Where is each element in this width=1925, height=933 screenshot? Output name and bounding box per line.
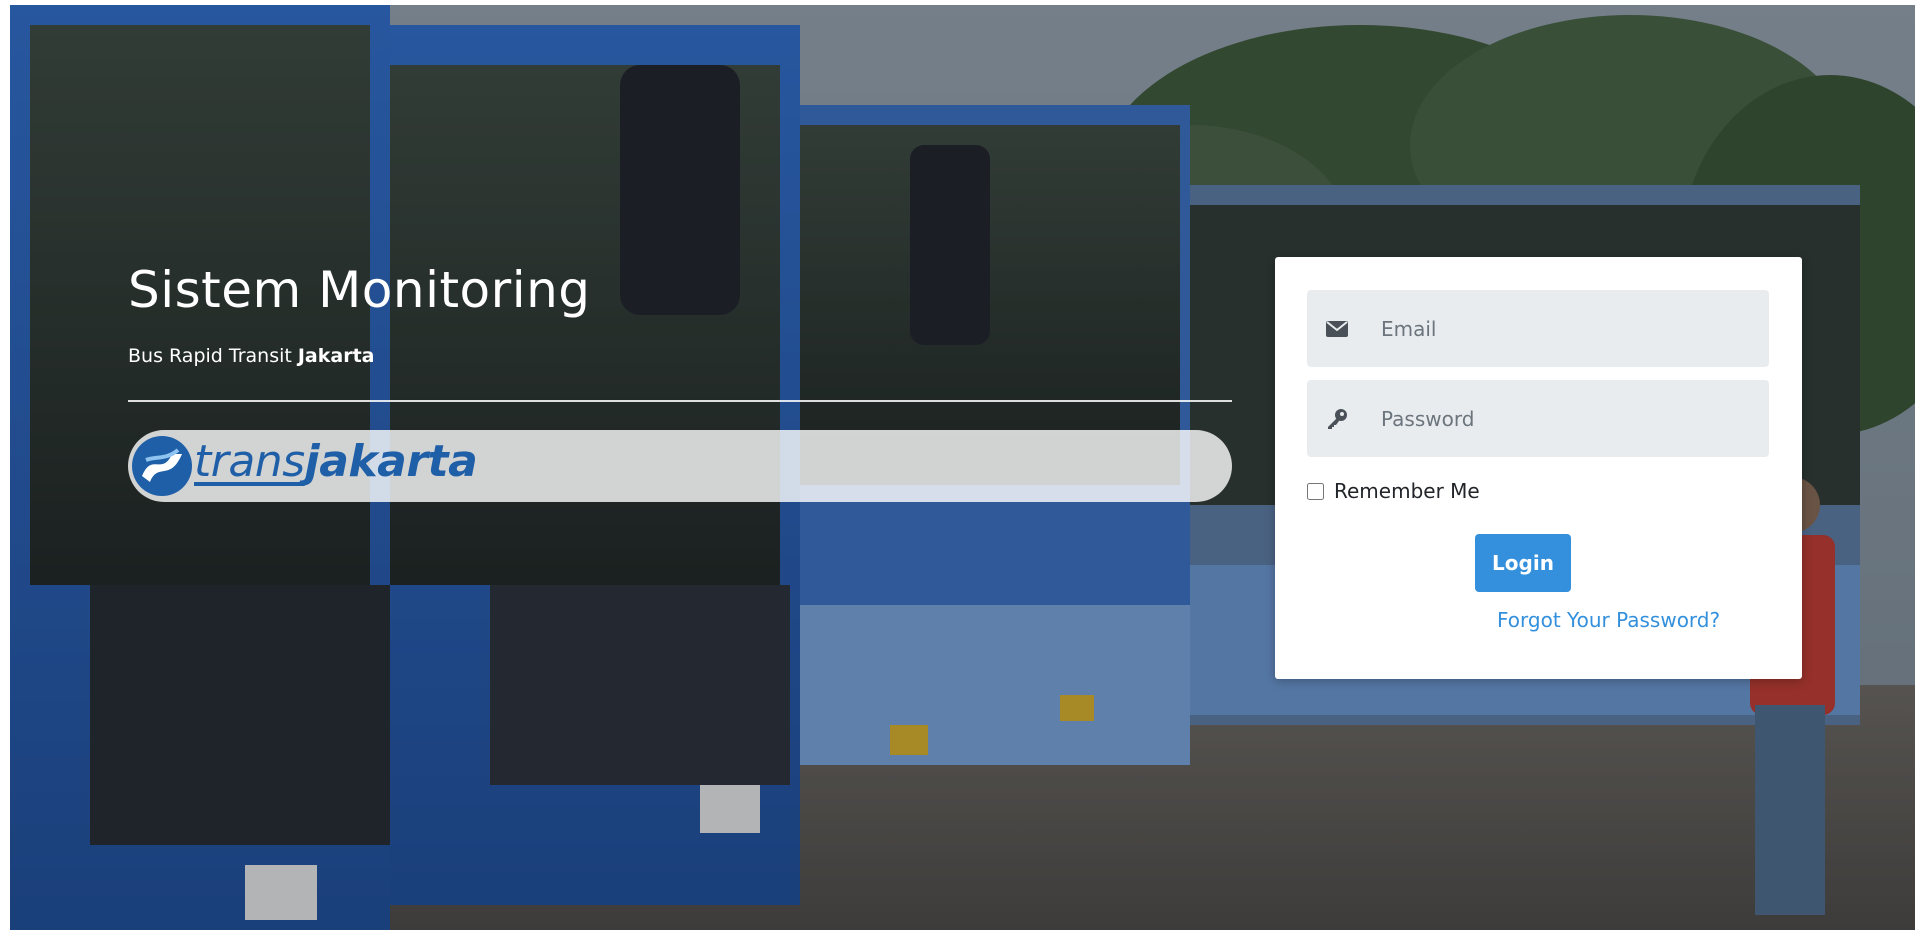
login-card: Remember Me Login Forgot Your Password? bbox=[1275, 257, 1802, 679]
logo-text-trans: trans bbox=[194, 436, 305, 487]
email-field-group bbox=[1307, 290, 1769, 367]
login-button[interactable]: Login bbox=[1475, 534, 1571, 592]
remember-me-row[interactable]: Remember Me bbox=[1307, 479, 1480, 503]
page-subtitle: Bus Rapid Transit Jakarta bbox=[128, 345, 374, 367]
logo-text-jakarta: jakarta bbox=[304, 436, 478, 487]
logo-banner: transjakarta bbox=[128, 430, 1232, 502]
remember-me-label: Remember Me bbox=[1334, 479, 1480, 503]
login-page: Sistem Monitoring Bus Rapid Transit Jaka… bbox=[10, 5, 1915, 930]
page-title: Sistem Monitoring bbox=[128, 261, 591, 319]
subtitle-text: Bus Rapid Transit bbox=[128, 345, 298, 367]
transjakarta-logo-icon bbox=[132, 436, 192, 496]
password-input[interactable] bbox=[1379, 397, 1743, 440]
hero-divider bbox=[128, 400, 1232, 402]
email-input[interactable] bbox=[1379, 307, 1743, 350]
subtitle-bold-text: Jakarta bbox=[297, 345, 375, 367]
password-field-group bbox=[1307, 380, 1769, 457]
key-icon bbox=[1325, 407, 1349, 431]
forgot-password-link[interactable]: Forgot Your Password? bbox=[1497, 608, 1720, 632]
transjakarta-logo-text: transjakarta bbox=[194, 436, 478, 487]
envelope-icon bbox=[1325, 317, 1349, 341]
remember-me-checkbox[interactable] bbox=[1307, 482, 1324, 500]
